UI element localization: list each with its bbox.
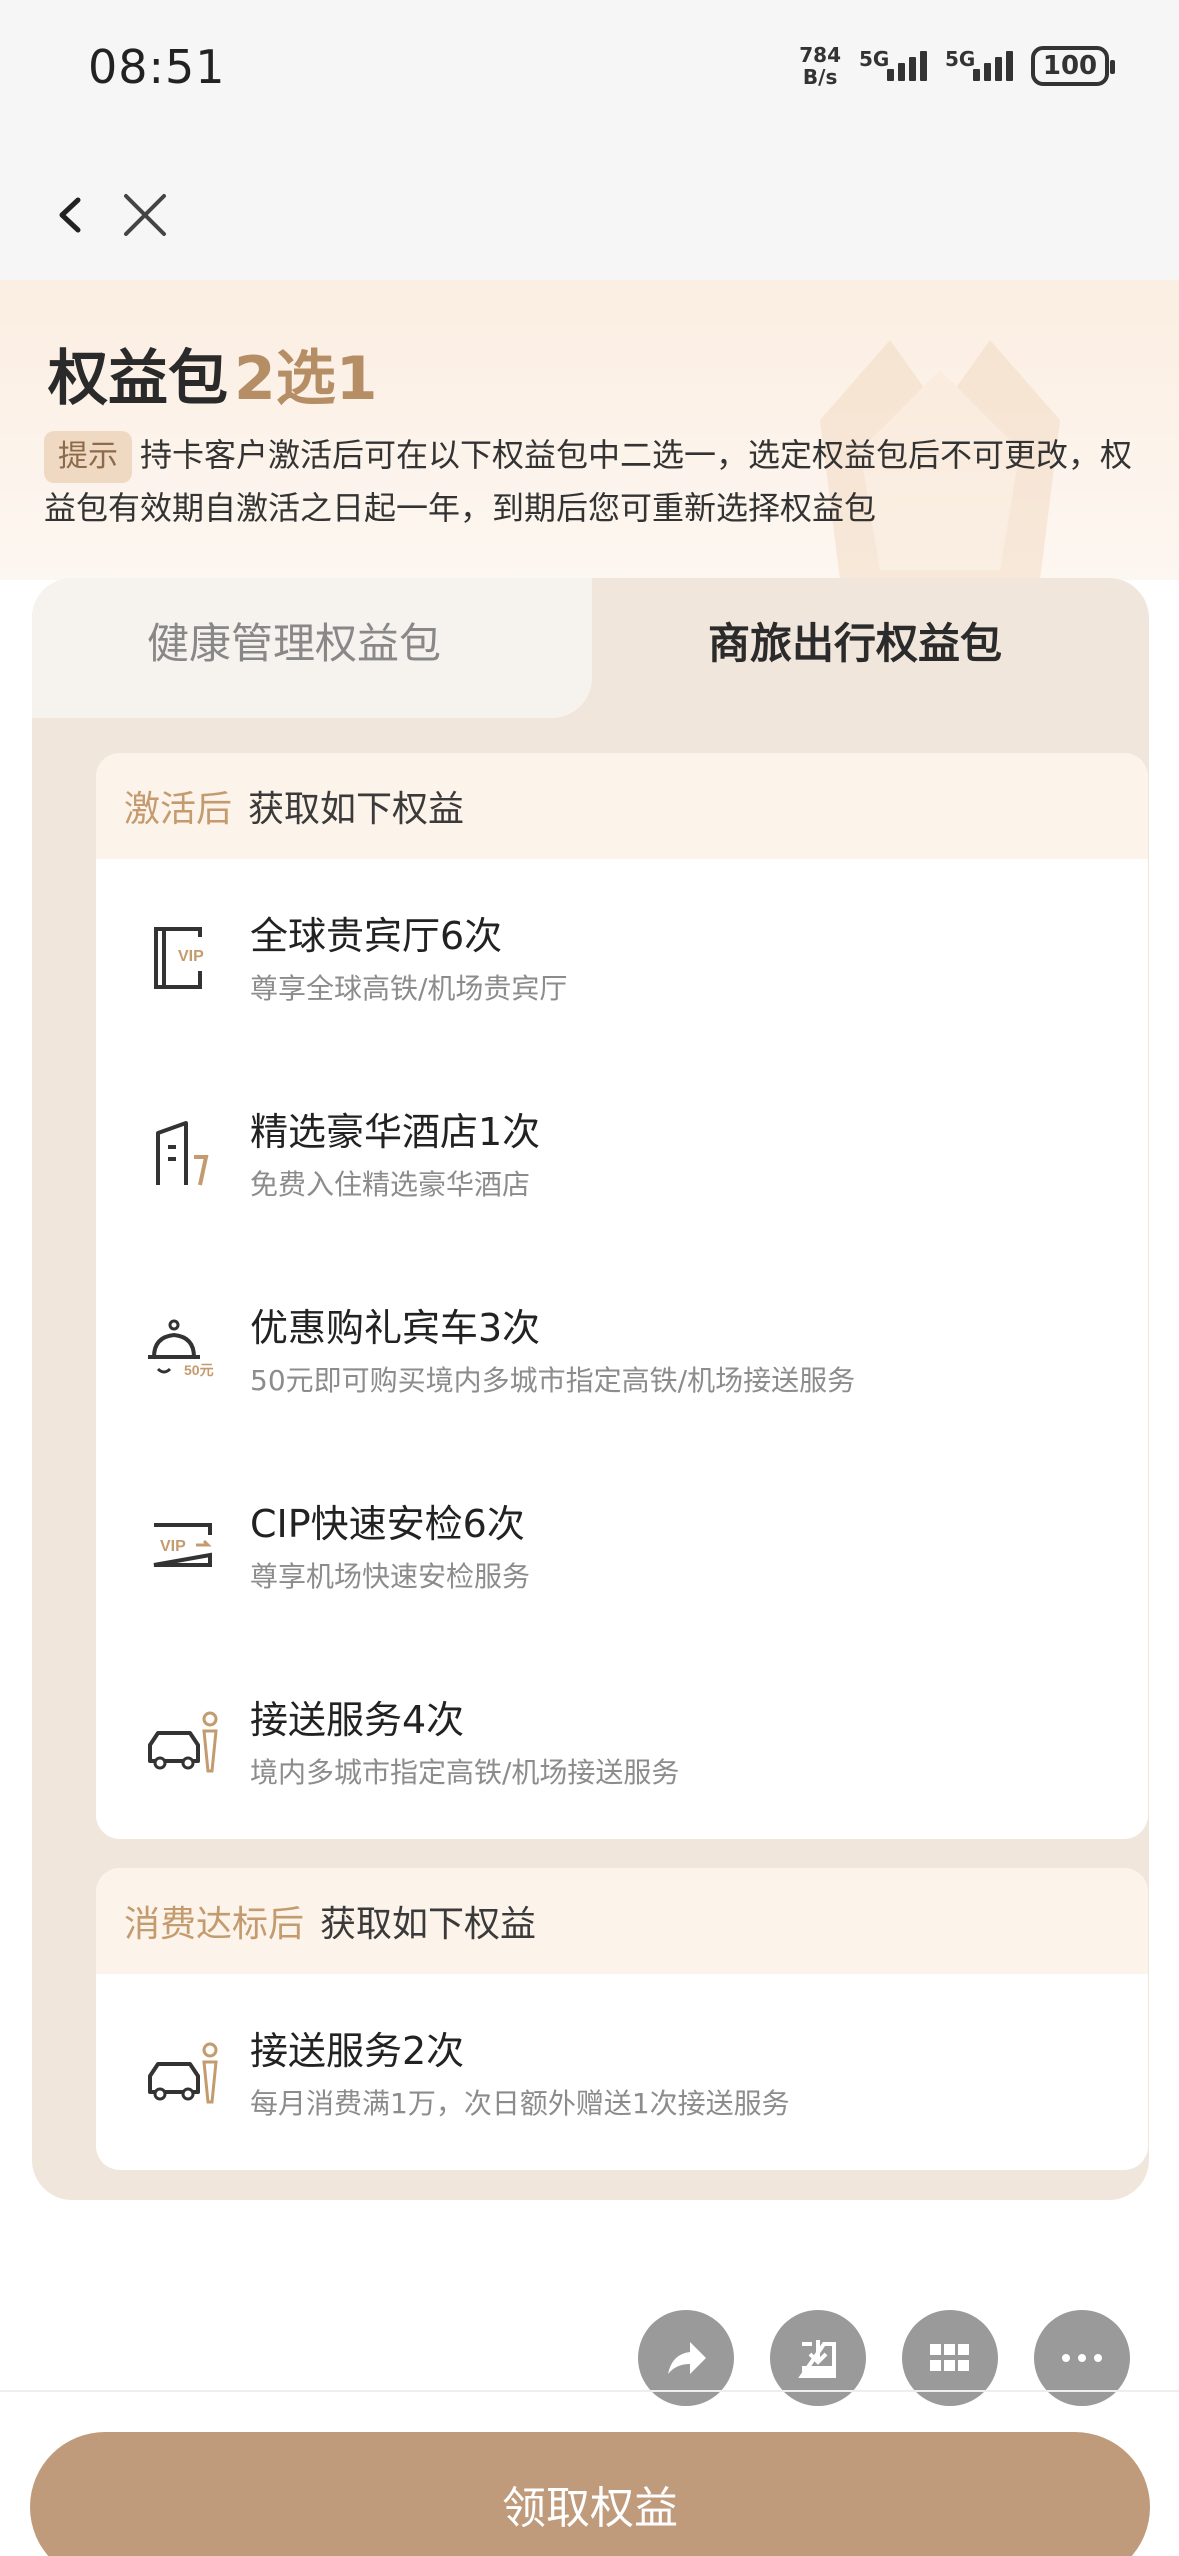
grid-icon [930,2344,969,2371]
nav-bar [0,150,1179,280]
benefits-card-activation: 激活后 获取如下权益 VIP 全球贵宾厅6次 尊享全球高铁/机场贵宾厅 精选豪华… [96,753,1148,1839]
list-item[interactable]: 接送服务4次 境内多城市指定高铁/机场接送服务 [96,1643,1148,1839]
list-item[interactable]: 50元 优惠购礼宾车3次 50元即可购买境内多城市指定高铁/机场接送服务 [96,1251,1148,1447]
chauffeur-icon [148,1711,218,1773]
list-item[interactable]: VIP CIP快速安检6次 尊享机场快速安检服务 [96,1447,1148,1643]
svg-text:VIP: VIP [178,948,204,965]
tip-text: 提示 持卡客户激活后可在以下权益包中二选一，选定权益包后不可更改，权益包有效期自激… [44,430,1144,533]
tab-travel[interactable]: 商旅出行权益包 [708,610,1002,671]
signal-icon: 5G [859,47,927,81]
svg-text:VIP: VIP [160,1538,186,1555]
more-icon [1062,2354,1102,2362]
page-title: 权益包 2选1 [48,344,378,414]
claim-benefits-button[interactable]: 领取权益 [30,2432,1150,2556]
list-item[interactable]: VIP 全球贵宾厅6次 尊享全球高铁/机场贵宾厅 [96,859,1148,1055]
signal-icon: 5G [945,47,1013,81]
svg-text:50元: 50元 [184,1362,214,1378]
divider [0,2390,1179,2392]
chevron-left-icon [59,197,81,233]
card-header: 消费达标后 获取如下权益 [96,1868,1148,1974]
back-button[interactable] [38,180,108,250]
close-button[interactable] [110,180,180,250]
status-bar: 08:51 784 B/s 5G 5G 100 [0,0,1179,150]
status-time: 08:51 [88,40,226,94]
share-icon [668,2342,706,2374]
card-header: 激活后 获取如下权益 [96,753,1148,859]
vip-lounge-icon: VIP [154,927,206,989]
status-icons: 784 B/s 5G 5G 100 [799,43,1115,89]
vip-security-icon: VIP [153,1523,212,1567]
benefit-tab-panel: 健康管理权益包 商旅出行权益包 激活后 获取如下权益 VIP 全球贵宾厅6次 尊… [32,578,1149,2200]
close-icon [124,194,166,236]
benefits-header: 权益包 2选1 提示 持卡客户激活后可在以下权益包中二选一，选定权益包后不可更改，… [0,280,1179,580]
battery-icon: 100 [1031,46,1115,86]
list-item[interactable]: 精选豪华酒店1次 免费入住精选豪华酒店 [96,1055,1148,1251]
car-coupon-icon: 50元 [148,1319,214,1378]
chauffeur-icon [148,2042,218,2104]
network-speed: 784 B/s [799,43,841,89]
download-icon [798,2340,836,2378]
tip-badge: 提示 [44,431,132,483]
tab-health[interactable]: 健康管理权益包 [32,578,592,718]
list-item[interactable]: 接送服务2次 每月消费满1万，次日额外赠送1次接送服务 [96,1974,1148,2170]
benefits-card-spending: 消费达标后 获取如下权益 接送服务2次 每月消费满1万，次日额外赠送1次接送服务 [96,1868,1148,2170]
hotel-icon [156,1121,209,1186]
